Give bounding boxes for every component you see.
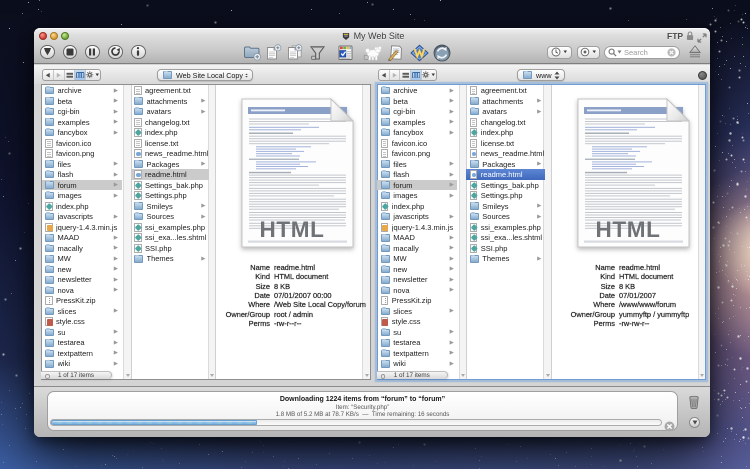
svg-text:HTML: HTML bbox=[595, 217, 660, 242]
svg-text:HTML: HTML bbox=[260, 217, 325, 242]
